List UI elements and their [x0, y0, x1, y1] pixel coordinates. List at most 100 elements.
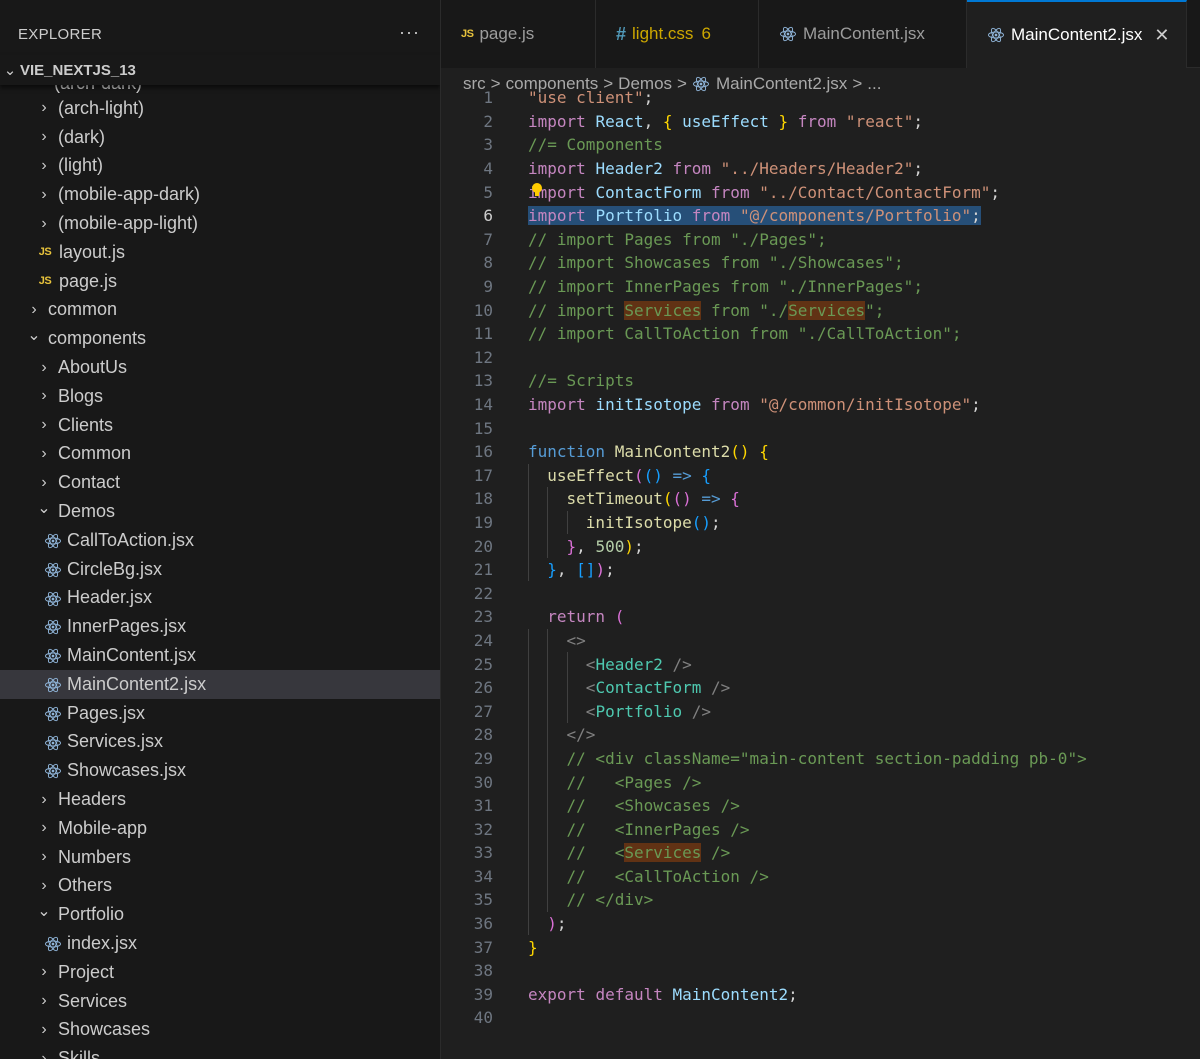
code-token: initIsotope	[585, 512, 692, 532]
code-line[interactable]: 30 // <Pages />	[441, 770, 1200, 794]
code-line[interactable]: 1 "use client";	[441, 86, 1200, 110]
code-line[interactable]: 39 export default MainContent2;	[441, 983, 1200, 1007]
tree-item-portfolio[interactable]: ⌄ Portfolio	[0, 900, 440, 929]
code-line[interactable]: 37}	[441, 935, 1200, 959]
code-line[interactable]: 17 useEffect(() => {	[441, 463, 1200, 488]
tree-item-skills[interactable]: › Skills	[0, 1044, 440, 1059]
code-line[interactable]: 20 }, 500);	[441, 534, 1200, 558]
code-editor[interactable]: 1 "use client"; 2 import React, { useEffect…	[441, 86, 1200, 1030]
code-text: // <Pages />	[528, 773, 702, 792]
code-line[interactable]: 34 // <CallToAction />	[441, 864, 1200, 889]
tree-item-headers[interactable]: › Headers	[0, 785, 440, 814]
code-line[interactable]: 13 //= Scripts	[441, 369, 1200, 393]
tree-item-mobile-app[interactable]: › Mobile-app	[0, 814, 440, 843]
code-line[interactable]: 18 setTimeout(() => {	[441, 487, 1200, 511]
code-token: }	[547, 560, 557, 580]
tree-item-components[interactable]: ⌄ components	[0, 324, 440, 353]
tree-item-common[interactable]: › Common	[0, 440, 440, 469]
code-line[interactable]: 11 // import CallToAction from "./CallToA…	[441, 322, 1200, 346]
tree-item-clients[interactable]: › Clients	[0, 411, 440, 440]
tab-maincontent2-jsx[interactable]: MainContent2.jsx ✕	[967, 0, 1187, 68]
project-root-header[interactable]: ⌄ VIE_NEXTJS_13	[0, 55, 440, 85]
tree-item-aboutus[interactable]: › AboutUs	[0, 353, 440, 382]
code-line[interactable]: 10// import Services from "./Services";	[441, 298, 1200, 322]
tree-item-page-js[interactable]: JS page.js	[0, 267, 440, 296]
tree-item-maincontent-jsx[interactable]: MainContent.jsx	[0, 641, 440, 670]
tab-maincontent-jsx[interactable]: MainContent.jsx	[759, 0, 967, 68]
line-number: 12	[473, 347, 493, 367]
code-line[interactable]: 33 // <Services />	[441, 841, 1200, 865]
code-line[interactable]: 32 // <InnerPages />	[441, 817, 1200, 841]
code-line[interactable]: 19 initIsotope();	[441, 510, 1200, 535]
tree-item-contact[interactable]: › Contact	[0, 468, 440, 497]
tree-item-showcases[interactable]: › Showcases	[0, 1016, 440, 1045]
code-line[interactable]: 35 // </div>	[441, 888, 1200, 912]
tree-item-circlebg-jsx[interactable]: CircleBg.jsx	[0, 555, 440, 584]
tree-item-innerpages-jsx[interactable]: InnerPages.jsx	[0, 612, 440, 641]
code-line[interactable]: 23 return (	[441, 605, 1200, 629]
code-text: // <Showcases />	[528, 796, 740, 815]
chevron-right-icon: ›	[41, 416, 47, 434]
code-line[interactable]: 6 import Portfolio from "@/components/Por…	[441, 204, 1200, 228]
tree-item-numbers[interactable]: › Numbers	[0, 843, 440, 872]
tab-page-js[interactable]: JS page.js	[441, 0, 596, 68]
code-line[interactable]: 22	[441, 581, 1200, 605]
code-token: // <CallToAction />	[566, 866, 769, 886]
tree-item-header-jsx[interactable]: Header.jsx	[0, 584, 440, 613]
code-line[interactable]: 2 import React, { useEffect } from "react…	[441, 110, 1200, 134]
tree-item-showcases-jsx[interactable]: Showcases.jsx	[0, 756, 440, 785]
code-line[interactable]: 21 }, []);	[441, 557, 1200, 582]
tree-item-services-jsx[interactable]: Services.jsx	[0, 728, 440, 757]
code-line[interactable]: 27 <Portfolio />	[441, 699, 1200, 724]
tree-item-mobile-app-light[interactable]: › (mobile-app-light)	[0, 209, 440, 238]
code-line[interactable]: 15	[441, 416, 1200, 440]
code-line[interactable]: 5 import ContactForm from "../Contact/Con…	[441, 180, 1200, 204]
code-line[interactable]: 26 <ContactForm />	[441, 675, 1200, 700]
code-text: </>	[528, 725, 596, 744]
code-line[interactable]: 36 );	[441, 911, 1200, 936]
code-line[interactable]: 28 </>	[441, 723, 1200, 747]
line-number: 29	[473, 748, 493, 768]
code-line[interactable]: 14 import initIsotope from "@/common/init…	[441, 393, 1200, 417]
tree-item-blogs[interactable]: › Blogs	[0, 382, 440, 411]
tree-item-project[interactable]: › Project	[0, 958, 440, 987]
tree-item-arch-light[interactable]: › (arch-light)	[0, 94, 440, 123]
code-token: {	[730, 489, 740, 509]
tree-item-others[interactable]: › Others	[0, 872, 440, 901]
code-line[interactable]: 7 // import Pages from "./Pages";	[441, 228, 1200, 252]
code-line[interactable]: 24 <>	[441, 628, 1200, 653]
more-actions-icon[interactable]: ···	[399, 22, 420, 43]
code-line[interactable]: 29 // <div className="main-content secti…	[441, 746, 1200, 771]
code-line[interactable]: 31 // <Showcases />	[441, 793, 1200, 818]
code-line[interactable]: 16 function MainContent2() {	[441, 440, 1200, 464]
tree-item-common[interactable]: › common	[0, 296, 440, 325]
tree-item-services[interactable]: › Services	[0, 987, 440, 1016]
line-number: 25	[473, 654, 493, 674]
lightbulb-icon[interactable]	[531, 182, 543, 198]
code-token: MainContent2	[614, 442, 731, 462]
code-line[interactable]: 9 // import InnerPages from "./InnerPages…	[441, 275, 1200, 299]
code-text: // import InnerPages from "./InnerPages"…	[528, 277, 923, 296]
tree-item-calltoaction-jsx[interactable]: CallToAction.jsx	[0, 526, 440, 555]
tree-item-dark[interactable]: › (dark)	[0, 123, 440, 152]
code-line[interactable]: 38	[441, 959, 1200, 983]
tree-item-demos[interactable]: ⌄ Demos	[0, 497, 440, 526]
tree-item-light[interactable]: › (light)	[0, 152, 440, 181]
tree-item-pages-jsx[interactable]: Pages.jsx	[0, 699, 440, 728]
code-line[interactable]: 12	[441, 346, 1200, 370]
code-line[interactable]: 25 <Header2 />	[441, 652, 1200, 676]
tab-light-css[interactable]: # light.css 6	[596, 0, 759, 68]
code-line[interactable]: 40	[441, 1006, 1200, 1030]
tree-item-mobile-app-dark[interactable]: › (mobile-app-dark)	[0, 180, 440, 209]
tree-item-index-jsx[interactable]: index.jsx	[0, 929, 440, 958]
code-line[interactable]: 3 //= Components	[441, 133, 1200, 157]
line-number: 5	[483, 182, 493, 202]
close-icon[interactable]: ✕	[1154, 25, 1169, 46]
tree-item-maincontent2-jsx[interactable]: MainContent2.jsx	[0, 669, 440, 699]
code-line[interactable]: 8 // import Showcases from "./Showcases";	[441, 251, 1200, 275]
tree-item-layout-js[interactable]: JS layout.js	[0, 238, 440, 267]
code-line[interactable]: 4 import Header2 from "../Headers/Header2…	[441, 157, 1200, 181]
line-number: 6	[483, 206, 493, 226]
